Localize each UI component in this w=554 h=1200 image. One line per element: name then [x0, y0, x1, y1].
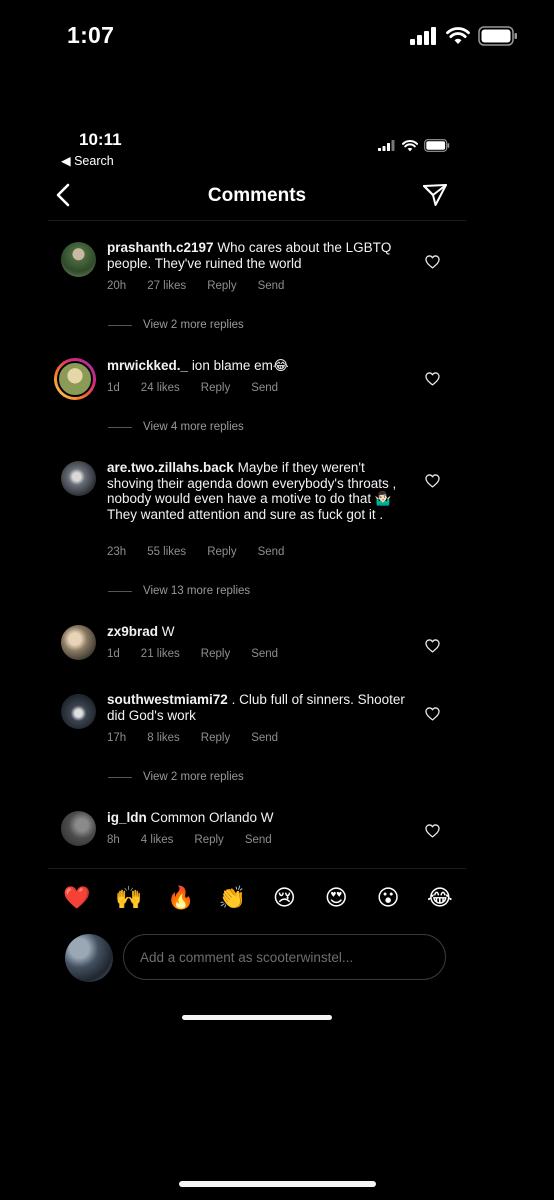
send-button[interactable]: Send: [258, 546, 285, 558]
comment-likes[interactable]: 4 likes: [141, 834, 174, 846]
avatar-image: [57, 361, 93, 397]
heart-outline-icon[interactable]: [425, 824, 440, 838]
view-more-replies-label: View 13 more replies: [143, 585, 251, 597]
comment-meta: 8h 4 likes Reply Send: [107, 834, 293, 846]
avatar[interactable]: [61, 625, 96, 660]
comment-username[interactable]: zx9brad: [107, 624, 158, 639]
reply-button[interactable]: Reply: [194, 834, 223, 846]
comment-time: 1d: [107, 648, 120, 660]
heart-outline-icon[interactable]: [425, 474, 440, 488]
emoji-fire[interactable]: 🔥: [165, 884, 197, 912]
inner-status-icons: [378, 139, 450, 152]
avatar[interactable]: [61, 694, 96, 729]
cellular-signal-icon: [378, 140, 395, 151]
emoji-divider: [48, 868, 466, 869]
heart-outline-icon[interactable]: [425, 707, 440, 721]
comment-text: Common Orlando W: [150, 810, 274, 825]
emoji-cry[interactable]: 😢: [268, 884, 300, 912]
comment-username[interactable]: mrwickked._: [107, 358, 188, 373]
comment-likes[interactable]: 8 likes: [147, 732, 180, 744]
reply-button[interactable]: Reply: [201, 732, 230, 744]
comment-meta: 1d 21 likes Reply Send: [107, 648, 299, 660]
send-button[interactable]: Send: [251, 732, 278, 744]
comment-meta: 1d 24 likes Reply Send: [107, 382, 299, 394]
comment-composer[interactable]: [123, 934, 446, 980]
battery-icon: [478, 26, 517, 46]
comment-text-block: zx9brad W: [107, 624, 407, 640]
home-indicator[interactable]: [179, 1181, 376, 1187]
view-more-replies-label: View 4 more replies: [143, 421, 244, 433]
emoji-heart-eyes[interactable]: 😍: [320, 884, 352, 912]
send-button[interactable]: Send: [251, 382, 278, 394]
emoji-heart[interactable]: ❤️: [61, 884, 93, 912]
emoji-raised-hands[interactable]: 🙌: [113, 884, 145, 912]
avatar[interactable]: [54, 358, 96, 400]
comment-time: 17h: [107, 732, 127, 744]
reply-button[interactable]: Reply: [201, 382, 230, 394]
comment-text-block: southwestmiami72 . Club full of sinners.…: [107, 692, 407, 723]
comment-meta: 20h 27 likes Reply Send: [107, 280, 305, 292]
emoji-quick-reactions: ❤️ 🙌 🔥 👏 😢 😍 😮 😂: [61, 884, 456, 912]
emoji-surprised[interactable]: 😮: [372, 884, 404, 912]
send-button[interactable]: Send: [251, 648, 278, 660]
view-more-replies[interactable]: View 2 more replies: [108, 771, 244, 783]
comment-input[interactable]: [138, 948, 432, 966]
cellular-signal-icon: [410, 27, 436, 45]
avatar[interactable]: [61, 811, 96, 846]
view-more-replies[interactable]: View 4 more replies: [108, 421, 244, 433]
header-divider: [48, 220, 466, 221]
avatar[interactable]: [61, 461, 96, 496]
heart-outline-icon[interactable]: [425, 255, 440, 269]
inner-status-time: 10:11: [79, 130, 122, 149]
send-button[interactable]: Send: [245, 834, 272, 846]
comment-time: 1d: [107, 382, 120, 394]
comment-text: W: [161, 624, 175, 639]
outer-status-time: 1:07: [67, 22, 115, 48]
comment-time: 8h: [107, 834, 120, 846]
send-button[interactable]: Send: [258, 280, 285, 292]
heart-outline-icon[interactable]: [425, 639, 440, 653]
reply-button[interactable]: Reply: [207, 546, 236, 558]
comment-username[interactable]: ig_ldn: [107, 810, 147, 825]
replies-line: [108, 426, 132, 428]
comment-meta: 23h 55 likes Reply Send: [107, 546, 305, 558]
back-to-search-link[interactable]: ◀ Search: [61, 153, 114, 168]
wifi-icon: [402, 139, 418, 151]
view-more-replies-label: View 2 more replies: [143, 771, 244, 783]
comment-time: 23h: [107, 546, 127, 558]
comment-likes[interactable]: 27 likes: [147, 280, 186, 292]
outer-status-icons: [410, 26, 518, 46]
comment-text-block: mrwickked._ ion blame em😂: [107, 358, 407, 374]
view-more-replies-label: View 2 more replies: [143, 319, 244, 331]
reply-button[interactable]: Reply: [201, 648, 230, 660]
replies-line: [108, 776, 132, 778]
replies-line: [108, 324, 132, 326]
wifi-icon: [446, 27, 470, 44]
comment-time: 20h: [107, 280, 127, 292]
reply-button[interactable]: Reply: [207, 280, 236, 292]
replies-line: [108, 590, 132, 592]
comment-username[interactable]: prashanth.c2197: [107, 240, 214, 255]
comment-username[interactable]: are.two.zillahs.back: [107, 460, 234, 475]
view-more-replies[interactable]: View 13 more replies: [108, 585, 250, 597]
view-more-replies[interactable]: View 2 more replies: [108, 319, 244, 331]
comment-text-block: prashanth.c2197 Who cares about the LGBT…: [107, 240, 407, 271]
comment-text: ion blame em😂: [191, 358, 289, 373]
avatar[interactable]: [61, 242, 96, 277]
comment-likes[interactable]: 21 likes: [141, 648, 180, 660]
emoji-laughing[interactable]: 😂: [424, 884, 456, 912]
paper-plane-icon[interactable]: [422, 183, 448, 207]
comment-likes[interactable]: 24 likes: [141, 382, 180, 394]
emoji-clap[interactable]: 👏: [217, 884, 249, 912]
comment-text-block: are.two.zillahs.back Maybe if they weren…: [107, 460, 407, 522]
comment-likes[interactable]: 55 likes: [147, 546, 186, 558]
comment-meta: 17h 8 likes Reply Send: [107, 732, 299, 744]
heart-outline-icon[interactable]: [425, 372, 440, 386]
battery-icon: [424, 139, 450, 152]
home-indicator: [182, 1015, 332, 1020]
comment-text-block: ig_ldn Common Orlando W: [107, 810, 407, 826]
avatar: [65, 934, 113, 982]
comment-username[interactable]: southwestmiami72: [107, 692, 228, 707]
